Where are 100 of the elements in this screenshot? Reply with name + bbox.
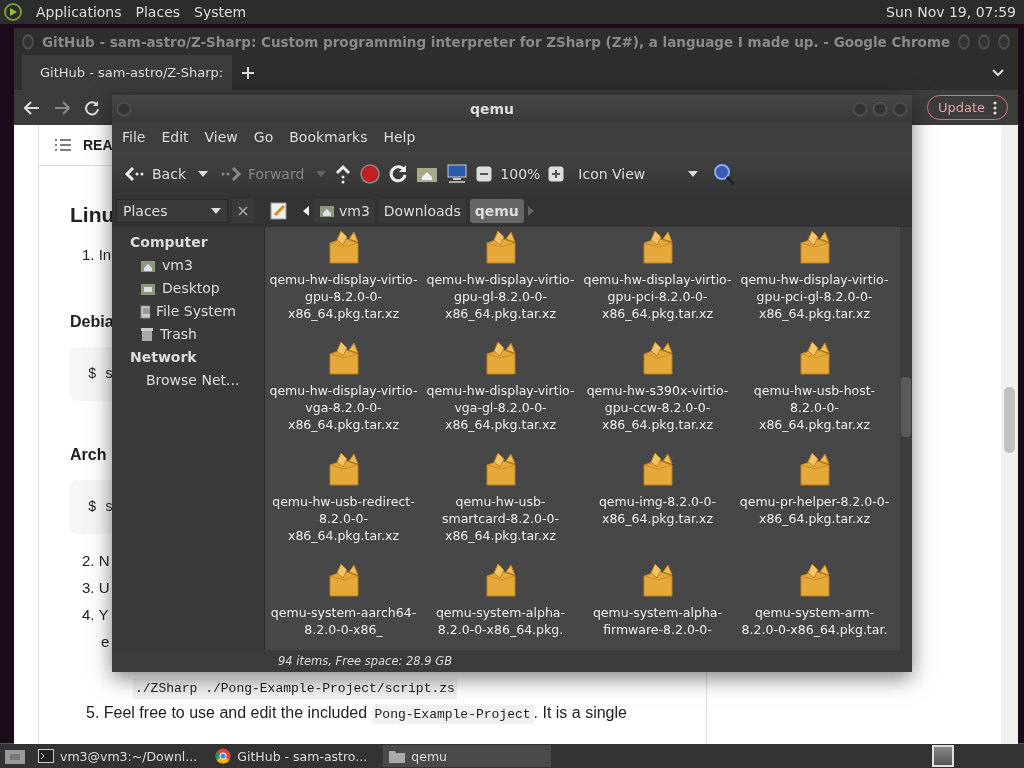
package-icon [797,229,832,267]
edit-location-icon[interactable] [270,202,288,220]
readme-title: REA [83,137,113,153]
scrollbar[interactable] [1001,125,1018,744]
file-name[interactable]: qemu-system-aarch64-8.2.0-0-x86_ [268,604,419,638]
panel-menu[interactable]: Applications [36,4,122,20]
menu-item[interactable]: Go [247,126,280,148]
file-name[interactable]: qemu-system-arm-8.2.0-0-x86_64.pkg.tar. [739,604,890,638]
clock: Sun Nov 19, 07:59 [886,4,1016,20]
package-icon [640,451,675,489]
forward-arrow-icon [220,165,242,182]
subsection-heading: Debia [70,312,114,332]
zoom-in-icon[interactable] [548,165,565,182]
package-icon [483,229,518,267]
file-name[interactable]: qemu-system-alpha-firmware-8.2.0-0- [582,604,733,638]
subsection-heading: Arch [70,445,107,465]
caret-icon [688,170,699,177]
close-pane-button[interactable] [232,199,254,223]
package-icon [640,562,675,600]
search-icon[interactable] [712,161,737,186]
sidebar-item[interactable]: Trash [112,323,264,346]
list-icon[interactable] [55,139,71,151]
kebab-menu-icon [993,100,997,115]
back-button[interactable]: Back [120,161,190,186]
chevron-down-icon[interactable] [992,68,1004,77]
reload-icon[interactable] [84,99,100,116]
sidebar-item[interactable]: vm3 [112,254,264,277]
workspace-switcher[interactable] [932,745,954,767]
menu-logo-icon[interactable] [4,3,22,21]
show-desktop-icon[interactable] [4,747,26,765]
places-dropdown[interactable]: Places [116,199,228,223]
view-mode-dropdown[interactable]: Icon View [572,161,705,186]
package-icon [797,340,832,378]
list-item-text: e [101,632,110,652]
path-button[interactable]: Downloads [378,199,466,223]
menu-item[interactable]: Edit [155,126,195,148]
left-arrow-icon[interactable] [302,206,310,216]
file-name[interactable]: qemu-img-8.2.0-0-x86_64.pkg.tar.xz [582,493,733,527]
package-icon [483,340,518,378]
file-name[interactable]: qemu-hw-display-virtio-gpu-pci-8.2.0-0-x86_64.pkg.tar.xz [582,271,733,322]
menu-item[interactable]: File [116,126,152,148]
list-item-text: 4. Y [82,605,109,625]
sidebar-section-title: Network [129,348,198,367]
file-name[interactable]: qemu-hw-display-virtio-gpu-gl-8.2.0-0-x86_64.pkg.tar.xz [425,271,576,322]
home-folder-icon [140,258,156,273]
menu-item[interactable]: Bookmarks [283,126,374,148]
path-button[interactable]: vm3 [314,199,375,223]
forward-arrow-icon[interactable] [54,100,70,115]
file-name[interactable]: qemu-hw-display-virtio-vga-gl-8.2.0-0-x86_64.pkg.tar.xz [425,382,576,433]
window-title: GitHub - sam-astro/Z-Sharp: Custom programming interpreter for ZSharp (Z#), a language I made up. - Google Chrome [41,33,951,50]
file-name[interactable]: qemu-hw-usb-host-8.2.0-0-x86_64.pkg.tar.xz [739,382,890,433]
taskbar-button[interactable]: vm3@vm3:~/Downl... [32,745,204,767]
menu-item[interactable]: View [198,126,244,148]
package-icon [326,229,361,267]
dropdown-arrow-icon[interactable] [198,170,208,177]
browser-tab[interactable]: GitHub - sam-astro/Z-Sharp: [22,55,232,90]
folder-icon [389,749,406,763]
file-name[interactable]: qemu-hw-display-virtio-gpu-8.2.0-0-x86_64.pkg.tar.xz [268,271,419,322]
panel-menu[interactable]: Places [135,4,181,20]
taskbar-button[interactable]: GitHub - sam-astro... [209,745,378,767]
package-icon [797,562,832,600]
home-folder-icon [319,204,335,218]
computer-icon[interactable] [446,163,469,184]
file-name[interactable]: qemu-hw-usb-smartcard-8.2.0-0-x86_64.pkg.tar.xz [425,493,576,544]
stop-icon[interactable] [360,163,381,184]
menu-item[interactable]: Help [377,126,422,148]
file-name[interactable]: qemu-hw-s390x-virtio-gpu-ccw-8.2.0-0-x86_64.pkg.tar.xz [582,382,733,433]
chrome-icon [215,748,232,764]
list-item-text: 1. In [82,245,112,265]
window-title: qemu [468,100,516,117]
scrollbar[interactable] [900,227,912,650]
file-name[interactable]: qemu-hw-display-virtio-gpu-pci-gl-8.2.0-0-x86_64.pkg.tar.xz [739,271,890,322]
sidebar-item[interactable]: File System [112,300,264,323]
back-arrow-icon[interactable] [24,100,40,115]
up-arrow-icon[interactable] [334,163,353,184]
back-arrow-icon [124,165,146,182]
list-item-text: 2. N [82,551,110,571]
file-name[interactable]: qemu-system-alpha-8.2.0-0-x86_64.pkg. [425,604,576,638]
sidebar-item[interactable]: Desktop [112,277,264,300]
zoom-level: 100% [500,165,541,182]
sidebar-item[interactable]: Browse Net... [112,369,264,392]
taskbar-button[interactable]: qemu [383,745,552,767]
caret-icon [211,208,221,214]
panel-menu[interactable]: System [194,4,247,20]
reload-icon[interactable] [388,163,409,184]
package-icon [483,562,518,600]
package-icon [326,340,361,378]
package-icon [640,229,675,267]
sidebar-section-title: Computer [129,233,209,252]
drive-icon [140,304,150,319]
terminal-icon [38,749,54,763]
package-icon [483,451,518,489]
zoom-out-icon[interactable] [476,165,493,182]
section-heading: Linu [70,202,115,228]
close-icon [238,206,248,216]
status-bar: 94 items, Free space: 28.9 GB [112,650,912,672]
file-name[interactable]: qemu-pr-helper-8.2.0-0-x86_64.pkg.tar.xz [739,493,890,527]
package-icon [326,562,361,600]
path-button[interactable]: qemu [469,199,524,223]
new-tab-icon[interactable] [242,66,254,79]
